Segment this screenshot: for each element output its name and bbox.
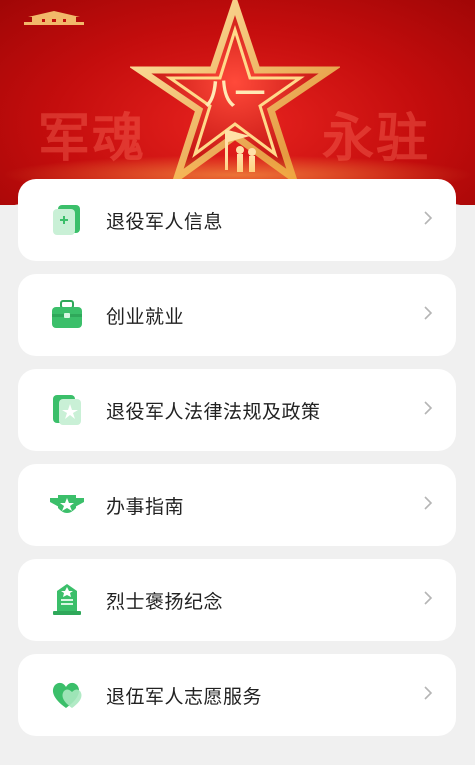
menu-item-service-guide[interactable]: 办事指南 — [18, 464, 456, 546]
menu-item-label: 办事指南 — [106, 495, 185, 518]
svg-text:八一: 八一 — [205, 77, 265, 112]
menu-item-label: 烈士褒扬纪念 — [106, 590, 224, 613]
chevron-right-icon — [424, 211, 433, 225]
chevron-right-icon — [424, 496, 433, 510]
menu-item-entrepreneurship-employment[interactable]: 创业就业 — [18, 274, 456, 356]
chevron-right-icon — [424, 686, 433, 700]
document-star-icon — [53, 395, 81, 425]
menu-item-laws-policies[interactable]: 退役军人法律法规及政策 — [18, 369, 456, 451]
menu-item-label: 退役军人法律法规及政策 — [106, 400, 321, 423]
menu-item-martyr-commemoration[interactable]: 烈士褒扬纪念 — [18, 559, 456, 641]
military-badge-icon — [50, 495, 84, 513]
chevron-right-icon — [424, 591, 433, 605]
id-card-icon — [53, 205, 80, 235]
hero-banner: 军魂 永驻 八一 — [0, 0, 475, 205]
chevron-right-icon — [424, 306, 433, 320]
menu-item-veteran-info[interactable]: 退役军人信息 — [18, 179, 456, 261]
chevron-right-icon — [424, 401, 433, 415]
briefcase-icon — [52, 300, 82, 328]
memorial-monument-icon — [53, 584, 81, 615]
menu-item-veteran-volunteer-service[interactable]: 退伍军人志愿服务 — [18, 654, 456, 736]
menu-item-label: 退伍军人志愿服务 — [106, 685, 263, 708]
menu-item-label: 退役军人信息 — [106, 210, 224, 233]
menu-item-label: 创业就业 — [106, 305, 185, 328]
tiananmen-logo-icon — [24, 11, 84, 25]
heart-icon — [52, 682, 82, 708]
